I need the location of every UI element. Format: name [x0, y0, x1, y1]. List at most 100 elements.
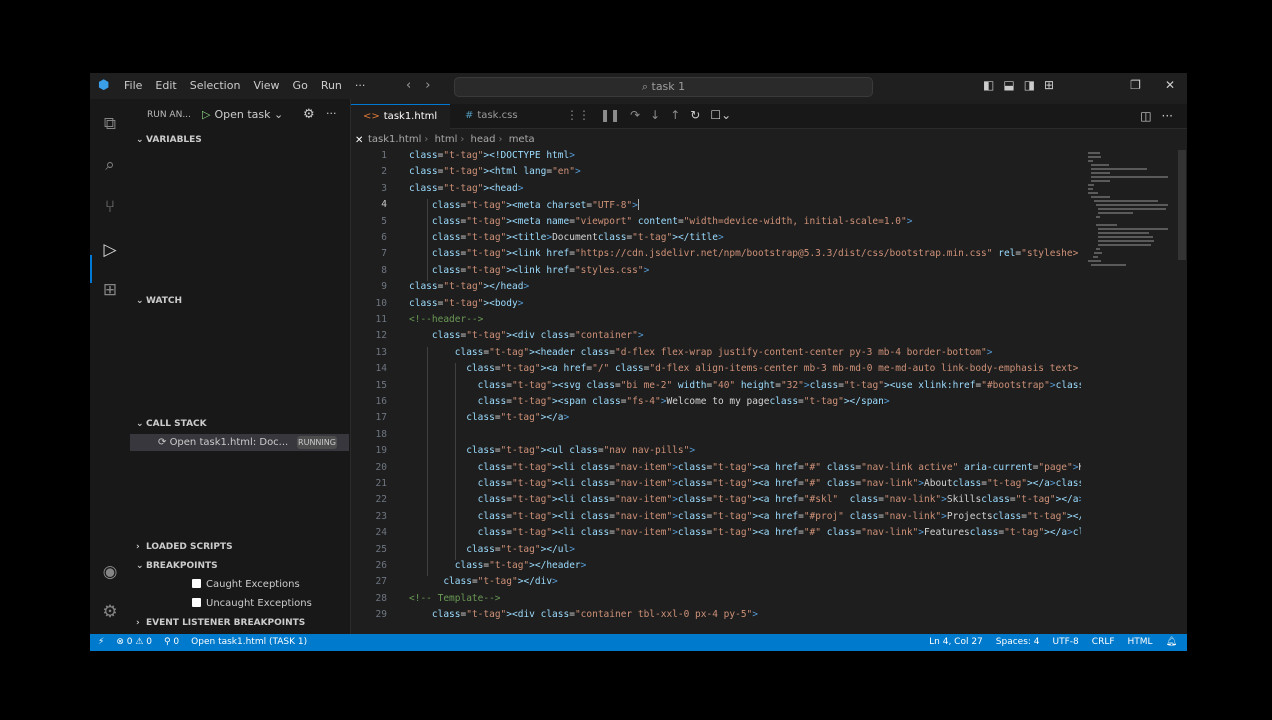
account-icon[interactable]: ◉ [99, 561, 121, 583]
code-line[interactable]: class="t-tag"><link href="styles.css"> [409, 265, 649, 276]
search-icon[interactable]: ⌕ [99, 154, 121, 176]
variables-section[interactable]: ⌄ VARIABLES [136, 135, 202, 145]
toggle-secondary-sidebar-icon[interactable]: ◨ [1024, 78, 1035, 92]
customize-layout-icon[interactable]: ⊞ [1044, 78, 1054, 92]
code-line[interactable]: <!--header--> [409, 314, 483, 325]
menu-file[interactable]: File [124, 79, 142, 92]
problems-indicator[interactable]: ⊗ 0 ⚠ 0 [116, 637, 152, 647]
code-line[interactable]: class="t-tag"><header class="d-flex flex… [409, 347, 993, 358]
start-debugging-button[interactable]: ▷ Open task ⌄ [202, 108, 283, 121]
editor-scrollbar[interactable] [1178, 150, 1186, 260]
drag-handle-icon[interactable]: ⋮⋮ [566, 108, 590, 122]
tab-task1-html[interactable]: <> task1.html ✕ [351, 104, 450, 146]
code-line[interactable]: class="t-tag"><li class="nav-item">class… [409, 527, 1081, 538]
code-line[interactable]: class="t-tag"></head> [409, 281, 529, 292]
code-line[interactable]: class="t-tag"><div class="container tbl-… [409, 609, 758, 620]
step-into-icon[interactable]: ↓ [650, 108, 660, 122]
code-line[interactable]: class="t-tag"><a href="/" class="d-flex … [409, 363, 1078, 374]
minimap[interactable] [1088, 150, 1178, 330]
stop-icon[interactable]: ☐⌄ [710, 108, 731, 122]
line-ending[interactable]: CRLF [1092, 637, 1115, 647]
run-config-select[interactable]: Open task [214, 108, 270, 121]
watch-section[interactable]: ⌄ WATCH [136, 296, 182, 306]
call-stack-section[interactable]: ⌄ CALL STACK [136, 419, 207, 429]
code-line[interactable]: class="t-tag"><div class="container"> [409, 330, 644, 341]
restart-icon[interactable]: ↻ [690, 108, 700, 122]
extensions-icon[interactable]: ⊞ [99, 279, 121, 301]
split-editor-icon[interactable]: ◫ [1140, 109, 1151, 123]
cursor-position[interactable]: Ln 4, Col 27 [929, 637, 983, 647]
code-line[interactable]: class="t-tag"><body> [409, 298, 523, 309]
line-number: 3 [381, 182, 387, 194]
checkbox[interactable] [192, 598, 201, 607]
code-line[interactable]: class="t-tag"><li class="nav-item">class… [409, 494, 1081, 505]
menu-selection[interactable]: Selection [190, 79, 241, 92]
code-line[interactable]: class="t-tag"><ul class="nav nav-pills"> [409, 445, 695, 456]
loaded-scripts-label: LOADED SCRIPTS [146, 542, 233, 552]
restore-window-icon[interactable]: ❐ [1130, 78, 1141, 92]
code-line[interactable]: class="t-tag"><meta name="viewport" cont… [409, 216, 913, 227]
breadcrumb-item[interactable]: html [435, 134, 458, 145]
step-out-icon[interactable]: ↑ [670, 108, 680, 122]
line-number: 1 [381, 150, 387, 161]
manage-gear-icon[interactable]: ⚙ [99, 601, 121, 623]
notifications-bell-icon[interactable]: 🔔︎ [1166, 637, 1177, 647]
forward-arrow-icon[interactable]: › [425, 78, 430, 93]
code-line[interactable]: class="t-tag"><span class="fs-4">Welcome… [409, 396, 890, 407]
code-line[interactable]: class="t-tag"><title>Documentclass="t-ta… [409, 232, 724, 243]
close-tab-icon[interactable]: ✕ [355, 135, 363, 146]
indentation[interactable]: Spaces: 4 [996, 637, 1040, 647]
breadcrumb-item[interactable]: task1.html [368, 134, 421, 145]
code-line[interactable]: class="t-tag"></header> [409, 560, 587, 571]
more-actions-icon[interactable]: ··· [326, 107, 337, 120]
line-number: 2 [381, 166, 387, 178]
loaded-scripts-section[interactable]: › LOADED SCRIPTS [136, 542, 233, 552]
language-mode[interactable]: HTML [1128, 637, 1153, 647]
code-line[interactable]: class="t-tag"><li class="nav-item">class… [409, 478, 1081, 489]
command-center[interactable]: ⌕ task 1 [454, 77, 873, 97]
close-window-icon[interactable]: ✕ [1165, 78, 1175, 92]
back-arrow-icon[interactable]: ‹ [406, 78, 411, 93]
code-line[interactable]: class="t-tag"></a> [409, 412, 569, 423]
code-line[interactable]: class="t-tag"></div> [409, 576, 557, 587]
code-line[interactable]: class="t-tag"><link href="https://cdn.js… [409, 248, 1078, 259]
checkbox[interactable] [192, 579, 201, 588]
breakpoint-caught-exceptions[interactable]: Caught Exceptions [192, 579, 300, 590]
breakpoint-uncaught-exceptions[interactable]: Uncaught Exceptions [192, 598, 312, 609]
code-line[interactable]: class="t-tag"><!DOCTYPE html> [409, 150, 575, 161]
call-stack-item[interactable]: ⟳ Open task1.html: Doc... RUNNING [130, 434, 349, 451]
ports-indicator[interactable]: ⚲ 0 [164, 637, 179, 647]
gear-icon[interactable]: ⚙ [303, 107, 315, 122]
toggle-panel-icon[interactable]: ⬓ [1003, 78, 1014, 92]
menu-go[interactable]: Go [293, 79, 308, 92]
code-line[interactable]: class="t-tag"></ul> [409, 544, 575, 555]
toggle-primary-sidebar-icon[interactable]: ◧ [983, 78, 994, 92]
debug-session-indicator[interactable]: Open task1.html (TASK 1) [191, 637, 307, 647]
tab-task-css[interactable]: # task.css [451, 104, 531, 128]
code-line[interactable]: class="t-tag"><svg class="bi me-2" width… [409, 380, 1081, 391]
run-and-debug-icon[interactable]: ▷ [99, 239, 121, 261]
more-actions-icon[interactable]: ··· [1162, 109, 1173, 123]
code-line[interactable]: <!-- Template--> [409, 593, 501, 604]
menu-more[interactable]: ··· [355, 79, 366, 92]
encoding[interactable]: UTF-8 [1053, 637, 1079, 647]
source-control-icon[interactable]: ⑂ [99, 196, 121, 218]
menu-edit[interactable]: Edit [155, 79, 176, 92]
remote-icon[interactable]: ⚡ [98, 637, 104, 647]
explorer-icon[interactable]: ⧉ [99, 113, 121, 135]
code-line[interactable]: class="t-tag"><html lang="en"> [409, 166, 581, 177]
breadcrumb-item[interactable]: head [471, 134, 496, 145]
code-line[interactable]: class="t-tag"><head> [409, 183, 523, 194]
menu-run[interactable]: Run [321, 79, 342, 92]
event-listener-breakpoints-section[interactable]: › EVENT LISTENER BREAKPOINTS [136, 618, 305, 628]
menu-view[interactable]: View [253, 79, 279, 92]
code-line[interactable]: class="t-tag"><li class="nav-item">class… [409, 511, 1081, 522]
breadcrumb-item[interactable]: meta [509, 134, 535, 145]
breakpoints-section[interactable]: ⌄ BREAKPOINTS [136, 561, 218, 571]
code-line[interactable]: class="t-tag"><meta charset="UTF-8"> [409, 199, 639, 211]
pause-icon[interactable]: ❚❚ [600, 108, 620, 122]
code-editor[interactable]: 1 class="t-tag"><!DOCTYPE html> 2 class="t-… [351, 150, 1081, 630]
title-bar: ⬢ File Edit Selection View Go Run ··· ‹ ›… [90, 73, 1187, 99]
step-over-icon[interactable]: ↷ [630, 108, 640, 122]
code-line[interactable]: class="t-tag"><li class="nav-item">class… [409, 462, 1081, 473]
